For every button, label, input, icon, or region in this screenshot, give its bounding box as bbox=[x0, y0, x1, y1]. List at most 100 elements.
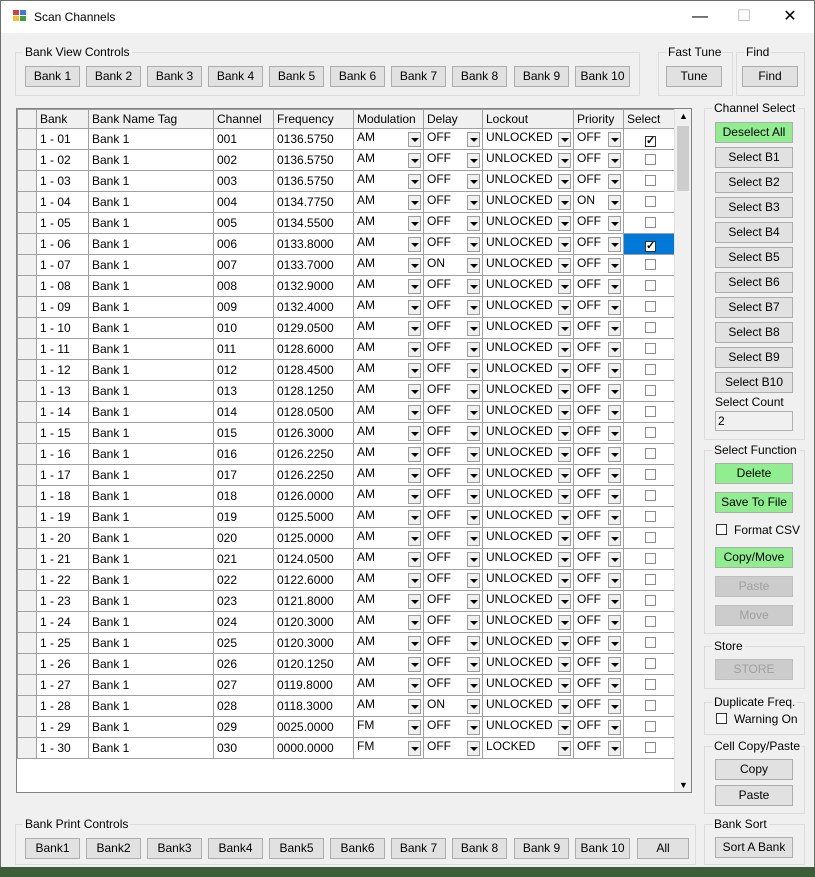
row-header[interactable] bbox=[17, 695, 37, 717]
select-b4-button[interactable]: Select B4 bbox=[715, 222, 793, 243]
row-header[interactable] bbox=[17, 653, 37, 675]
channel-cell[interactable]: 025 bbox=[213, 632, 274, 654]
bank-print-button-10[interactable]: Bank 10 bbox=[575, 838, 630, 859]
row-header[interactable] bbox=[17, 674, 37, 696]
select-checkbox[interactable] bbox=[645, 196, 656, 207]
bank-name-tag-cell[interactable]: Bank 1 bbox=[88, 170, 214, 192]
delay-cell[interactable]: ON bbox=[423, 254, 483, 276]
dropdown-arrow-icon[interactable] bbox=[408, 320, 421, 336]
dropdown-arrow-icon[interactable] bbox=[558, 677, 571, 693]
priority-cell[interactable]: OFF bbox=[573, 443, 624, 465]
channel-cell[interactable]: 023 bbox=[213, 590, 274, 612]
frequency-cell[interactable]: 0119.8000 bbox=[273, 674, 354, 696]
dropdown-arrow-icon[interactable] bbox=[608, 719, 621, 735]
dropdown-arrow-icon[interactable] bbox=[408, 467, 421, 483]
channel-cell[interactable]: 028 bbox=[213, 695, 274, 717]
sort-a-bank-button[interactable]: Sort A Bank bbox=[715, 837, 793, 858]
select-b5-button[interactable]: Select B5 bbox=[715, 247, 793, 268]
delay-cell[interactable]: OFF bbox=[423, 548, 483, 570]
delay-cell[interactable]: OFF bbox=[423, 317, 483, 339]
channel-cell[interactable]: 009 bbox=[213, 296, 274, 318]
frequency-cell[interactable]: 0121.8000 bbox=[273, 590, 354, 612]
channel-cell[interactable]: 017 bbox=[213, 464, 274, 486]
dropdown-arrow-icon[interactable] bbox=[408, 530, 421, 546]
modulation-cell[interactable]: AM bbox=[353, 695, 424, 717]
table-row[interactable]: 1 - 02 Bank 1 002 0136.5750 AM OFF UNLOCKED OFF bbox=[17, 149, 675, 171]
table-row[interactable]: 1 - 12 Bank 1 012 0128.4500 AM OFF UNLOCKED OFF bbox=[17, 359, 675, 381]
table-row[interactable]: 1 - 10 Bank 1 010 0129.0500 AM OFF UNLOCKED OFF bbox=[17, 317, 675, 339]
frequency-cell[interactable]: 0122.6000 bbox=[273, 569, 354, 591]
lockout-cell[interactable]: UNLOCKED bbox=[482, 338, 574, 360]
table-row[interactable]: 1 - 30 Bank 1 030 0000.0000 FM OFF LOCKED OFF bbox=[17, 737, 675, 759]
select-cell[interactable] bbox=[623, 485, 675, 507]
table-row[interactable]: 1 - 01 Bank 1 001 0136.5750 AM OFF UNLOCKED OFF… bbox=[17, 128, 675, 150]
frequency-cell[interactable]: 0120.3000 bbox=[273, 611, 354, 633]
channel-grid[interactable]: Bank Bank Name Tag Channel Frequency Modulat… bbox=[16, 108, 692, 793]
row-header[interactable] bbox=[17, 338, 37, 360]
dropdown-arrow-icon[interactable] bbox=[408, 698, 421, 714]
priority-cell[interactable]: OFF bbox=[573, 527, 624, 549]
priority-cell[interactable]: OFF bbox=[573, 611, 624, 633]
dropdown-arrow-icon[interactable] bbox=[467, 404, 480, 420]
dropdown-arrow-icon[interactable] bbox=[558, 698, 571, 714]
table-row[interactable]: 1 - 04 Bank 1 004 0134.7750 AM OFF UNLOCKED ON bbox=[17, 191, 675, 213]
table-row[interactable]: 1 - 05 Bank 1 005 0134.5500 AM OFF UNLOCKED OFF bbox=[17, 212, 675, 234]
row-header[interactable] bbox=[17, 422, 37, 444]
dropdown-arrow-icon[interactable] bbox=[408, 677, 421, 693]
lockout-cell[interactable]: UNLOCKED bbox=[482, 653, 574, 675]
bank-cell[interactable]: 1 - 13 bbox=[36, 380, 89, 402]
frequency-cell[interactable]: 0128.0500 bbox=[273, 401, 354, 423]
lockout-cell[interactable]: UNLOCKED bbox=[482, 695, 574, 717]
bank-name-tag-cell[interactable]: Bank 1 bbox=[88, 296, 214, 318]
priority-cell[interactable]: OFF bbox=[573, 254, 624, 276]
frequency-cell[interactable]: 0126.3000 bbox=[273, 422, 354, 444]
bank-cell[interactable]: 1 - 29 bbox=[36, 716, 89, 738]
delay-cell[interactable]: OFF bbox=[423, 506, 483, 528]
dropdown-arrow-icon[interactable] bbox=[608, 488, 621, 504]
frequency-cell[interactable]: 0126.2250 bbox=[273, 464, 354, 486]
select-cell[interactable] bbox=[623, 632, 675, 654]
modulation-cell[interactable]: AM bbox=[353, 275, 424, 297]
frequency-cell[interactable]: 0132.9000 bbox=[273, 275, 354, 297]
dropdown-arrow-icon[interactable] bbox=[558, 656, 571, 672]
modulation-cell[interactable]: FM bbox=[353, 716, 424, 738]
bank-cell[interactable]: 1 - 22 bbox=[36, 569, 89, 591]
bank-print-button-6[interactable]: Bank6 bbox=[330, 838, 385, 859]
select-checkbox[interactable] bbox=[645, 679, 656, 690]
bank-name-tag-cell[interactable]: Bank 1 bbox=[88, 212, 214, 234]
delay-cell[interactable]: OFF bbox=[423, 653, 483, 675]
column-header-delay[interactable]: Delay bbox=[423, 109, 483, 129]
select-checkbox[interactable] bbox=[645, 385, 656, 396]
dropdown-arrow-icon[interactable] bbox=[608, 173, 621, 189]
delay-cell[interactable]: ON bbox=[423, 695, 483, 717]
dropdown-arrow-icon[interactable] bbox=[467, 425, 480, 441]
lockout-cell[interactable]: UNLOCKED bbox=[482, 485, 574, 507]
dropdown-arrow-icon[interactable] bbox=[408, 656, 421, 672]
bank-cell[interactable]: 1 - 15 bbox=[36, 422, 89, 444]
modulation-cell[interactable]: AM bbox=[353, 632, 424, 654]
dropdown-arrow-icon[interactable] bbox=[558, 446, 571, 462]
frequency-cell[interactable]: 0125.5000 bbox=[273, 506, 354, 528]
delay-cell[interactable]: OFF bbox=[423, 128, 483, 150]
lockout-cell[interactable]: UNLOCKED bbox=[482, 233, 574, 255]
dropdown-arrow-icon[interactable] bbox=[608, 341, 621, 357]
channel-cell[interactable]: 019 bbox=[213, 506, 274, 528]
dropdown-arrow-icon[interactable] bbox=[558, 593, 571, 609]
modulation-cell[interactable]: AM bbox=[353, 317, 424, 339]
priority-cell[interactable]: OFF bbox=[573, 359, 624, 381]
dropdown-arrow-icon[interactable] bbox=[408, 614, 421, 630]
modulation-cell[interactable]: AM bbox=[353, 149, 424, 171]
dropdown-arrow-icon[interactable] bbox=[408, 635, 421, 651]
select-checkbox[interactable] bbox=[645, 448, 656, 459]
channel-cell[interactable]: 010 bbox=[213, 317, 274, 339]
delay-cell[interactable]: OFF bbox=[423, 191, 483, 213]
frequency-cell[interactable]: 0134.5500 bbox=[273, 212, 354, 234]
dropdown-arrow-icon[interactable] bbox=[467, 551, 480, 567]
modulation-cell[interactable]: AM bbox=[353, 422, 424, 444]
modulation-cell[interactable]: AM bbox=[353, 464, 424, 486]
channel-cell[interactable]: 008 bbox=[213, 275, 274, 297]
row-header[interactable] bbox=[17, 716, 37, 738]
frequency-cell[interactable]: 0128.4500 bbox=[273, 359, 354, 381]
modulation-cell[interactable]: AM bbox=[353, 170, 424, 192]
dropdown-arrow-icon[interactable] bbox=[558, 719, 571, 735]
